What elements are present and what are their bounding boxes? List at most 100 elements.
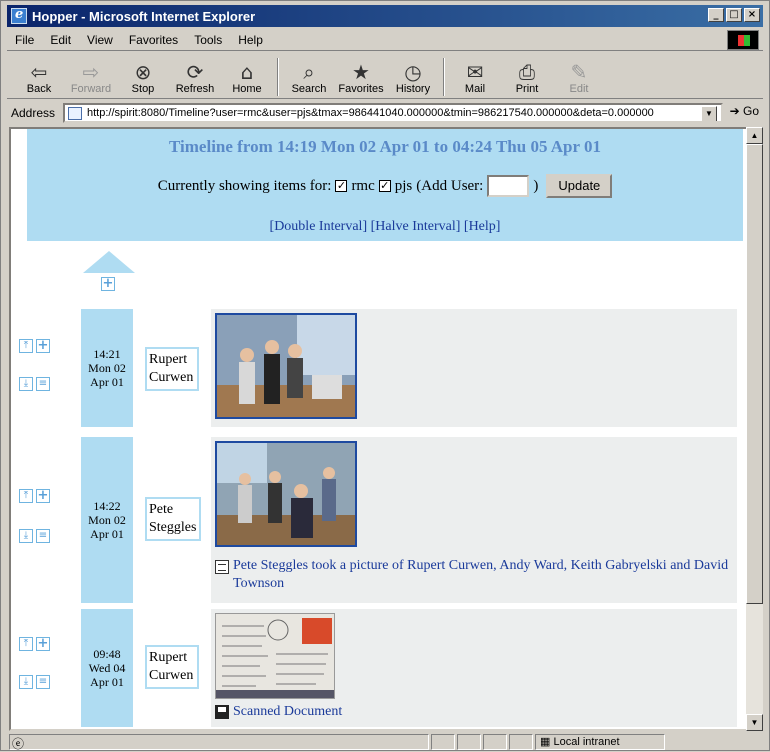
security-zone: ▦ Local intranet [535,734,665,750]
search-button[interactable]: ⌕ Search [283,54,335,98]
forward-button[interactable]: ⇨ Forward [65,54,117,98]
windows-logo-icon [727,30,759,50]
item-person: Pete Steggles [145,497,201,541]
details-icon[interactable]: ≡ [36,529,50,543]
history-button[interactable]: ◷ History [387,54,439,98]
browser-window: Hopper - Microsoft Internet Explorer _ □… [0,0,770,751]
details-icon[interactable]: ≡ [36,377,50,391]
item-content [211,309,737,427]
move-top-icon[interactable]: ⤒ [19,339,33,353]
update-button[interactable]: Update [546,174,613,198]
photo-thumbnail[interactable] [215,313,357,419]
forward-arrow-icon: ⇨ [82,60,100,84]
menu-bar: File Edit View Favorites Tools Help [7,29,763,51]
favorites-button[interactable]: ★ Favorites [335,54,387,98]
title-bar: Hopper - Microsoft Internet Explorer _ □… [7,5,763,27]
mail-button[interactable]: ✉ Mail [449,54,501,98]
toolbar-separator [277,58,279,96]
page-status-icon: ⓔ [12,737,25,751]
scroll-earlier-arrow-icon[interactable] [83,251,135,273]
refresh-button[interactable]: ⟳ Refresh [169,54,221,98]
scroll-thumb[interactable] [746,144,763,604]
photo-thumbnail[interactable] [215,441,357,547]
menu-view[interactable]: View [79,33,121,47]
home-icon: ⌂ [240,60,254,84]
toolbar: ⇦ Back ⇨ Forward ⊗ Stop ⟳ Refresh ⌂ Home ⌕ Sea… [7,53,763,99]
help-link[interactable]: [Help] [464,219,501,234]
showing-label: Currently showing items for: [157,177,332,194]
toolbar-separator [443,58,445,96]
add-user-close: ) [533,177,539,194]
go-arrow-icon: ➔ [729,104,740,118]
search-icon: ⌕ [303,60,315,84]
user-filter: Currently showing items for: ✓ rmc ✓ pjs… [27,174,743,198]
item-date: 14:21 Mon 02 Apr 01 [81,309,133,427]
home-button[interactable]: ⌂ Home [221,54,273,98]
address-dropdown-button[interactable]: ▼ [701,106,717,121]
expand-plus-icon[interactable]: + [36,339,50,353]
edit-button[interactable]: ✎ Edit [553,54,605,98]
item-content: Scanned Document [211,609,737,727]
stop-button[interactable]: ⊗ Stop [117,54,169,98]
move-down-icon[interactable]: ⤓ [19,675,33,689]
back-button[interactable]: ⇦ Back [13,54,65,98]
move-down-icon[interactable]: ⤓ [19,377,33,391]
menu-edit[interactable]: Edit [42,33,79,47]
timeline-header: Timeline from 14:19 Mon 02 Apr 01 to 04:… [27,129,743,241]
edit-icon: ✎ [570,60,588,84]
expand-plus-icon[interactable]: + [101,277,115,291]
address-input[interactable]: http://spirit:8080/Timeline?user=rmc&use… [63,103,723,123]
double-interval-link[interactable]: [Double Interval] [270,219,368,234]
scroll-up-button[interactable]: ▲ [746,127,763,144]
scanner-icon [215,705,229,719]
add-user-input[interactable] [487,175,530,197]
menu-favorites[interactable]: Favorites [121,33,186,47]
status-cell [457,734,481,750]
address-bar: Address http://spirit:8080/Timeline?user… [7,101,763,125]
history-icon: ◷ [404,60,422,84]
scroll-down-button[interactable]: ▼ [746,714,763,731]
user-rmc-label: rmc [351,177,375,194]
stop-icon: ⊗ [134,60,152,84]
menu-tools[interactable]: Tools [186,33,230,47]
photo-caption-link[interactable]: Pete Steggles took a picture of Rupert C… [215,557,729,593]
user-pjs-label: pjs [394,177,413,194]
back-arrow-icon: ⇦ [30,60,48,84]
details-icon[interactable]: ≡ [36,675,50,689]
close-button[interactable]: × [744,8,760,22]
vertical-scrollbar[interactable]: ▲ ▼ [746,127,763,731]
expand-plus-icon[interactable]: + [36,637,50,651]
status-cell [483,734,507,750]
print-icon: ⎙ [519,60,535,84]
address-label: Address [11,106,56,120]
item-content: Pete Steggles took a picture of Rupert C… [211,437,737,603]
item-person: Rupert Curwen [145,645,199,689]
expand-plus-icon[interactable]: + [36,489,50,503]
scanned-document-link[interactable]: Scanned Document [215,703,729,721]
item-person: Rupert Curwen [145,347,199,391]
status-bar: ⓔ ▦ Local intranet [7,733,763,751]
status-cell [509,734,533,750]
user-rmc-checkbox[interactable]: ✓ [335,180,348,192]
address-url: http://spirit:8080/Timeline?user=rmc&use… [87,107,654,119]
halve-interval-link[interactable]: [Halve Interval] [371,219,461,234]
page-icon [68,107,82,120]
page-title: Timeline from 14:19 Mon 02 Apr 01 to 04:… [169,137,601,156]
maximize-button[interactable]: □ [726,8,742,22]
page-viewport: Timeline from 14:19 Mon 02 Apr 01 to 04:… [9,127,753,731]
status-cell [431,734,455,750]
move-down-icon[interactable]: ⤓ [19,529,33,543]
go-button[interactable]: ➔ Go [730,104,759,118]
print-button[interactable]: ⎙ Print [501,54,553,98]
item-date: 14:22 Mon 02 Apr 01 [81,437,133,603]
refresh-icon: ⟳ [186,60,204,84]
interval-links: [Double Interval] [Halve Interval] [Help… [27,219,743,235]
move-top-icon[interactable]: ⤒ [19,637,33,651]
minimize-button[interactable]: _ [708,8,724,22]
user-pjs-checkbox[interactable]: ✓ [378,180,391,192]
menu-file[interactable]: File [7,33,42,47]
menu-help[interactable]: Help [230,33,271,47]
mail-icon: ✉ [466,60,484,84]
scanned-postcard-thumbnail[interactable] [215,613,335,699]
move-top-icon[interactable]: ⤒ [19,489,33,503]
